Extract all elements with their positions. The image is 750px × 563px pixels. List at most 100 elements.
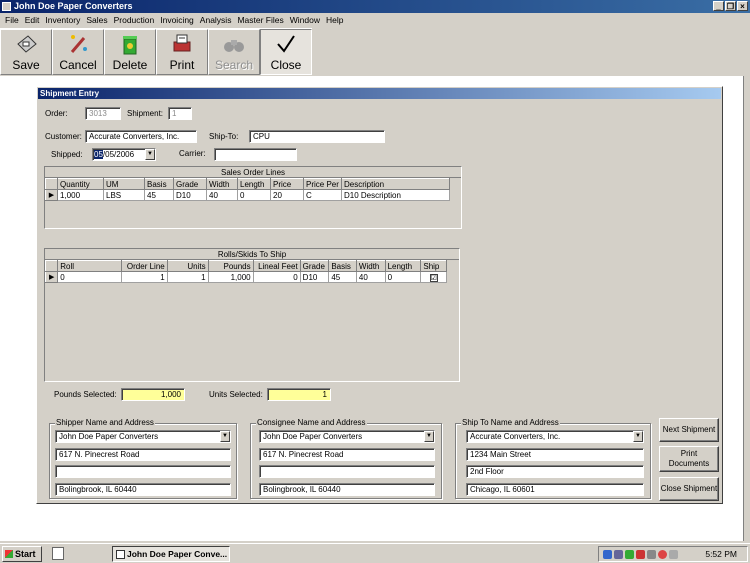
volume-icon[interactable]: [669, 550, 678, 559]
table-cell[interactable]: D10: [299, 271, 330, 283]
column-header[interactable]: Ship: [420, 260, 447, 272]
menu-help[interactable]: Help: [323, 15, 346, 25]
chevron-down-icon[interactable]: ▼: [220, 431, 230, 442]
column-header[interactable]: Length: [237, 178, 271, 190]
shipto-address1-field[interactable]: 1234 Main Street: [466, 448, 644, 461]
customer-field[interactable]: Accurate Converters, Inc.: [85, 130, 197, 143]
display-icon[interactable]: [614, 550, 623, 559]
table-cell[interactable]: 0: [237, 189, 271, 201]
shipto-name-select[interactable]: Accurate Converters, Inc. ▼: [466, 430, 644, 443]
column-header[interactable]: Grade: [299, 260, 330, 272]
carrier-field[interactable]: [214, 148, 297, 161]
antivirus-icon[interactable]: [636, 550, 645, 559]
shipped-date-month: 05: [94, 150, 103, 159]
table-cell[interactable]: C: [303, 189, 342, 201]
workspace-scrollbar[interactable]: [744, 76, 750, 541]
column-header[interactable]: UM: [103, 178, 145, 190]
column-header[interactable]: Order Line: [120, 260, 168, 272]
column-header[interactable]: Basis: [144, 178, 174, 190]
restore-button[interactable]: ❐: [725, 1, 736, 11]
menu-edit[interactable]: Edit: [22, 15, 43, 25]
column-header[interactable]: Description: [341, 178, 450, 190]
table-cell[interactable]: 20: [270, 189, 304, 201]
column-header[interactable]: Quantity: [57, 178, 104, 190]
menu-file[interactable]: File: [2, 15, 22, 25]
table-cell[interactable]: 45: [144, 189, 174, 201]
cancel-button[interactable]: Cancel: [52, 29, 104, 75]
chevron-down-icon[interactable]: ▼: [424, 431, 434, 442]
ship-checkbox-cell[interactable]: ☑: [420, 271, 447, 283]
shipper-city-field[interactable]: Bolingbrook, IL 60440: [55, 483, 231, 496]
menu-sales[interactable]: Sales: [83, 15, 110, 25]
table-cell[interactable]: 1,000: [57, 189, 104, 201]
table-row[interactable]: ▶ 1,000 LBS 45 D10 40 0 20 C D10 Descrip…: [45, 189, 450, 201]
table-cell[interactable]: 0: [384, 271, 422, 283]
table-row[interactable]: ▶ 0 1 1 1,000 0 D10 45 40 0 ☑: [44, 271, 447, 283]
save-button[interactable]: Save: [0, 29, 52, 75]
minimize-button[interactable]: _: [713, 1, 724, 11]
close-window-button[interactable]: ×: [737, 1, 748, 11]
chevron-down-icon[interactable]: ▼: [633, 431, 643, 442]
close-button[interactable]: Close: [260, 29, 312, 75]
column-header[interactable]: Units: [166, 260, 209, 272]
table-cell[interactable]: D10 Description: [341, 189, 450, 201]
shipto-city-field[interactable]: Chicago, IL 60601: [466, 483, 644, 496]
menu-production[interactable]: Production: [111, 15, 158, 25]
close-shipment-button[interactable]: Close Shipment: [659, 477, 719, 501]
menu-invoicing[interactable]: Invoicing: [157, 15, 197, 25]
column-header[interactable]: Width: [206, 178, 238, 190]
table-cell[interactable]: LBS: [103, 189, 145, 201]
shipment-field[interactable]: 1: [168, 107, 192, 120]
shipper-name-select[interactable]: John Doe Paper Converters ▼: [55, 430, 231, 443]
chevron-down-icon[interactable]: ▼: [145, 149, 155, 160]
app-task-icon: [116, 550, 125, 559]
column-header[interactable]: Basis: [328, 260, 357, 272]
table-cell[interactable]: 1,000: [207, 271, 254, 283]
column-header[interactable]: Roll: [57, 260, 122, 272]
network-icon[interactable]: [603, 550, 612, 559]
table-cell[interactable]: 0: [252, 271, 301, 283]
mail-icon[interactable]: [647, 550, 656, 559]
print-documents-button[interactable]: Print Documents: [659, 446, 719, 472]
table-cell[interactable]: 0: [57, 271, 122, 283]
ship-checkbox[interactable]: ☑: [429, 273, 438, 282]
floppy-disk-icon: [14, 32, 38, 56]
consignee-city-field[interactable]: Bolingbrook, IL 60440: [259, 483, 435, 496]
alert-icon[interactable]: [658, 550, 667, 559]
table-cell[interactable]: 1: [120, 271, 168, 283]
table-cell[interactable]: 1: [166, 271, 209, 283]
next-shipment-button[interactable]: Next Shipment: [659, 418, 719, 442]
shield-icon[interactable]: [625, 550, 634, 559]
print-button[interactable]: Print: [156, 29, 208, 75]
table-cell[interactable]: 40: [206, 189, 238, 201]
menu-master-files[interactable]: Master Files: [234, 15, 286, 25]
search-button[interactable]: Search: [208, 29, 260, 75]
column-header[interactable]: Width: [355, 260, 386, 272]
consignee-address2-field[interactable]: [259, 465, 435, 478]
menu-analysis[interactable]: Analysis: [197, 15, 235, 25]
menu-window[interactable]: Window: [287, 15, 323, 25]
table-cell[interactable]: 45: [328, 271, 357, 283]
delete-button[interactable]: Delete: [104, 29, 156, 75]
column-header[interactable]: Grade: [173, 178, 207, 190]
start-button[interactable]: Start: [2, 546, 42, 562]
table-cell[interactable]: 40: [355, 271, 386, 283]
shipto-field[interactable]: CPU: [249, 130, 385, 143]
quick-launch-notepad-icon[interactable]: [52, 547, 64, 560]
consignee-address1-field[interactable]: 617 N. Pinecrest Road: [259, 448, 435, 461]
taskbar-app-button[interactable]: John Doe Paper Conve...: [112, 546, 230, 562]
shipto-address2-field[interactable]: 2nd Floor: [466, 465, 644, 478]
shipper-address2-field[interactable]: [55, 465, 231, 478]
column-header[interactable]: Price: [270, 178, 304, 190]
column-header[interactable]: Pounds: [207, 260, 254, 272]
shipper-address1-field[interactable]: 617 N. Pinecrest Road: [55, 448, 231, 461]
column-header[interactable]: Lineal Feet: [252, 260, 301, 272]
shipped-date-picker[interactable]: 05/05/2006 ▼: [92, 148, 156, 161]
consignee-name-select[interactable]: John Doe Paper Converters ▼: [259, 430, 435, 443]
order-field[interactable]: 3013: [85, 107, 121, 120]
magic-wand-icon: [66, 32, 90, 56]
menu-inventory[interactable]: Inventory: [42, 15, 83, 25]
column-header[interactable]: Length: [384, 260, 422, 272]
column-header[interactable]: Price Per: [303, 178, 342, 190]
table-cell[interactable]: D10: [173, 189, 207, 201]
